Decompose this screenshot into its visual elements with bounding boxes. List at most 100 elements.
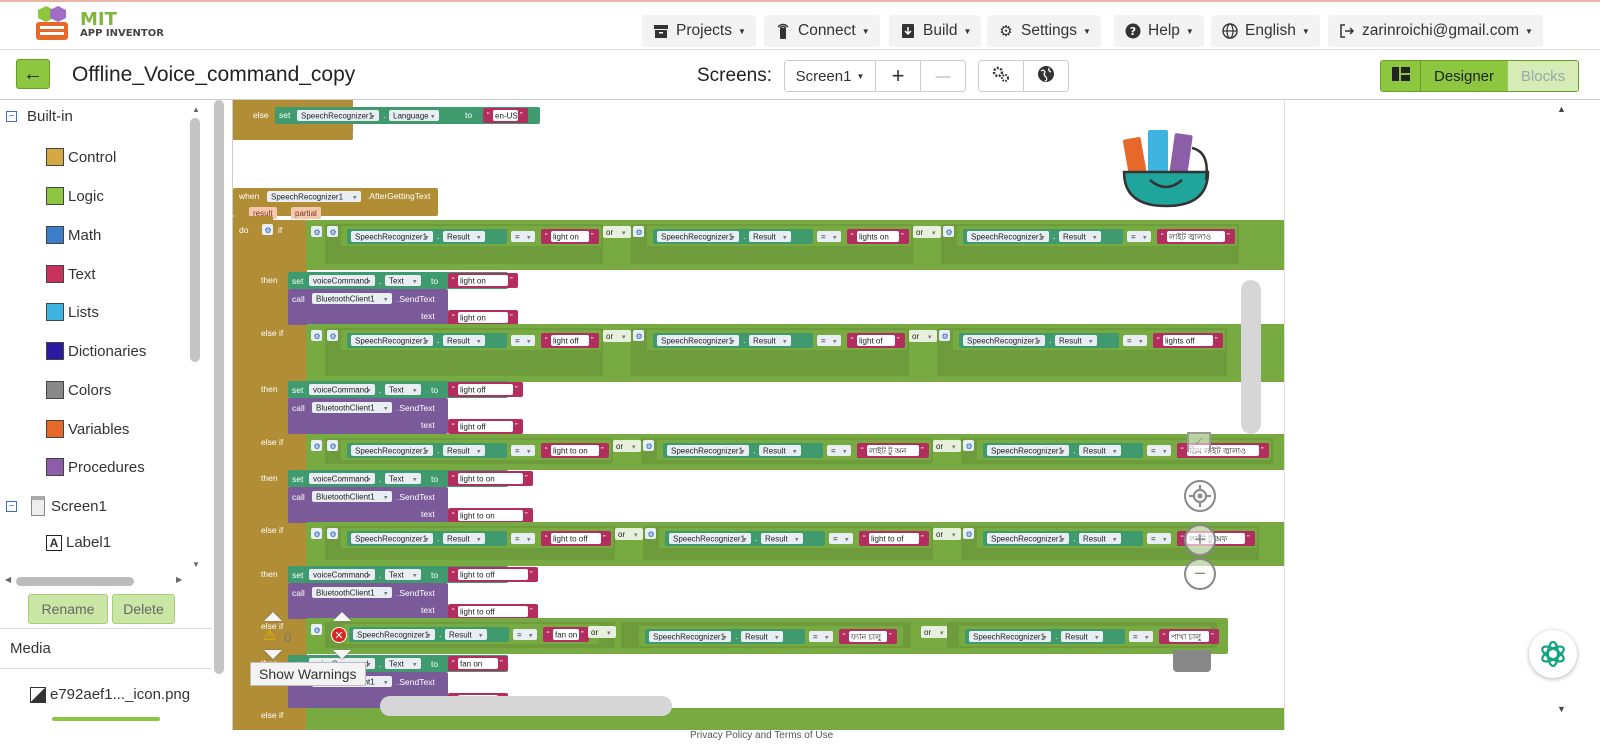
procedures-swatch-icon — [46, 458, 64, 476]
palette-item-colors[interactable]: Colors — [46, 381, 111, 399]
language-menu[interactable]: English ▼ — [1211, 15, 1320, 47]
warning-nav-up[interactable] — [264, 612, 282, 621]
if-else-block-bottom[interactable] — [233, 134, 353, 140]
then-label: then — [261, 384, 278, 394]
account-menu[interactable]: zarinroichi@gmail.com ▼ — [1328, 15, 1543, 47]
back-button[interactable]: ← — [16, 59, 50, 89]
palette-item-lists[interactable]: Lists — [46, 303, 99, 321]
rename-button[interactable]: Rename — [28, 594, 108, 624]
page-vscroll-up[interactable]: ▲ — [1557, 104, 1566, 114]
error-nav-down[interactable] — [333, 650, 351, 659]
chatgpt-assistant-icon[interactable] — [1529, 630, 1577, 678]
panel-divider-scroll[interactable] — [214, 100, 224, 674]
dropdown-text: = — [821, 337, 826, 346]
dropdown-text: = — [1133, 633, 1138, 642]
palette-item-dictionaries[interactable]: Dictionaries — [46, 342, 146, 360]
palette-vscroll-up[interactable]: ▲ — [192, 105, 200, 114]
app-inventor-logo[interactable]: MIT APP INVENTOR — [30, 6, 164, 44]
toggle-palette-button[interactable] — [1381, 61, 1421, 91]
projects-menu[interactable]: Projects ▼ — [642, 15, 756, 47]
quote-icon: “ — [863, 534, 866, 543]
project-properties-button[interactable] — [978, 60, 1024, 92]
set-label: set — [292, 385, 304, 395]
palette-item-logic[interactable]: Logic — [46, 187, 104, 205]
palette-item-control[interactable]: Control — [46, 148, 116, 166]
page-vscroll-down[interactable]: ▼ — [1557, 704, 1566, 714]
warning-count: 0 — [284, 630, 292, 645]
text-string-value: lights on — [859, 233, 889, 242]
dropdown-text: Result — [763, 447, 786, 456]
gear-icon: ⚙ — [265, 226, 272, 235]
dropdown-text: SpeechRecognizer1 — [661, 233, 734, 242]
settings-menu[interactable]: ⚙ Settings ▼ — [987, 15, 1101, 47]
chevron-down-icon: ▾ — [413, 573, 417, 580]
palette-vscroll-down[interactable]: ▼ — [192, 560, 200, 569]
connect-icon — [774, 22, 792, 40]
project-title: Offline_Voice_command_copy — [72, 63, 356, 86]
to-label: to — [431, 474, 438, 484]
chevron-down-icon: ▾ — [367, 279, 371, 286]
chevron-down-icon: ▼ — [1301, 26, 1310, 36]
palette-vscroll-thumb[interactable] — [190, 118, 200, 362]
designer-button[interactable]: Designer — [1421, 61, 1507, 91]
add-screen-button[interactable]: + — [875, 60, 921, 92]
workspace-hscroll-thumb[interactable] — [380, 696, 672, 716]
dropdown-text: Result — [1059, 337, 1082, 346]
quote-icon: ” — [525, 511, 528, 520]
delete-button[interactable]: Delete — [112, 594, 175, 624]
chevron-down-icon: ▾ — [529, 633, 533, 640]
chevron-down-icon: ▾ — [413, 388, 417, 395]
dot-label: . — [437, 445, 440, 455]
media-file-name: e792aef1..._icon.png — [50, 686, 191, 703]
footer-link[interactable]: Privacy Policy and Terms of Use — [690, 730, 833, 741]
gear-icon: ⚙ — [648, 530, 655, 539]
chevron-down-icon: ▾ — [783, 339, 787, 346]
zoom-in-icon[interactable]: + — [1184, 524, 1216, 556]
media-file-item[interactable]: e792aef1..._icon.png — [30, 686, 190, 703]
builtin-tree-node[interactable]: − Built-in — [6, 108, 73, 125]
chevron-down-icon: ▾ — [793, 449, 797, 456]
connect-menu[interactable]: Connect ▼ — [764, 15, 880, 47]
gear-icon: ⚙ — [999, 23, 1013, 40]
remove-screen-button[interactable]: — — [920, 60, 966, 92]
quote-icon: ” — [591, 336, 594, 345]
show-warnings-button[interactable]: Show Warnings — [250, 662, 366, 686]
palette-item-text[interactable]: Text — [46, 265, 96, 283]
screen-select[interactable]: Screen1 ▼ — [784, 60, 876, 92]
screen1-tree-node[interactable]: − Screen1 — [6, 496, 107, 516]
trash-icon-edge[interactable]: ✓ — [1187, 432, 1211, 452]
else-if-label: else if — [261, 710, 284, 720]
dot-label: . — [753, 445, 756, 455]
palette-hscroll-right[interactable]: ▶ — [176, 575, 182, 584]
label1-tree-node[interactable]: A Label1 — [46, 534, 111, 551]
trash-can-icon[interactable] — [1173, 650, 1211, 672]
web-preview-button[interactable] — [1023, 60, 1069, 92]
zoom-out-icon[interactable]: − — [1184, 558, 1216, 590]
workspace-vscroll-thumb[interactable] — [1241, 280, 1261, 434]
palette-item-math[interactable]: Math — [46, 226, 101, 244]
chevron-down-icon: ▾ — [477, 235, 481, 242]
help-menu[interactable]: ? Help ▼ — [1114, 15, 1204, 47]
backpack-icon[interactable] — [1120, 122, 1212, 210]
palette-item-label: Lists — [68, 303, 99, 321]
dropdown-text: SpeechRecognizer1 — [357, 631, 430, 640]
upload-button-edge[interactable] — [52, 717, 160, 721]
palette-hscroll-left[interactable]: ◀ — [5, 575, 11, 584]
palette-hscroll-thumb[interactable] — [16, 577, 134, 586]
warning-nav-down[interactable] — [264, 650, 282, 659]
chevron-down-icon: ▾ — [825, 635, 829, 642]
chevron-down-icon: ▾ — [353, 195, 357, 202]
dropdown-text: SpeechRecognizer1 — [971, 233, 1044, 242]
blocks-button[interactable]: Blocks — [1507, 61, 1578, 91]
palette-item-procedures[interactable]: Procedures — [46, 458, 145, 476]
dot-label: . — [437, 231, 440, 241]
quote-icon: “ — [545, 446, 548, 455]
gear-icon: ⚙ — [966, 442, 973, 451]
set-label: set — [292, 276, 304, 286]
build-menu[interactable]: Build ▼ — [889, 15, 982, 47]
recenter-icon[interactable] — [1184, 480, 1216, 512]
palette-item-variables[interactable]: Variables — [46, 420, 129, 438]
error-icon: ✕ — [331, 627, 347, 643]
error-nav-up[interactable] — [333, 612, 351, 621]
chevron-down-icon: ▾ — [384, 406, 388, 413]
